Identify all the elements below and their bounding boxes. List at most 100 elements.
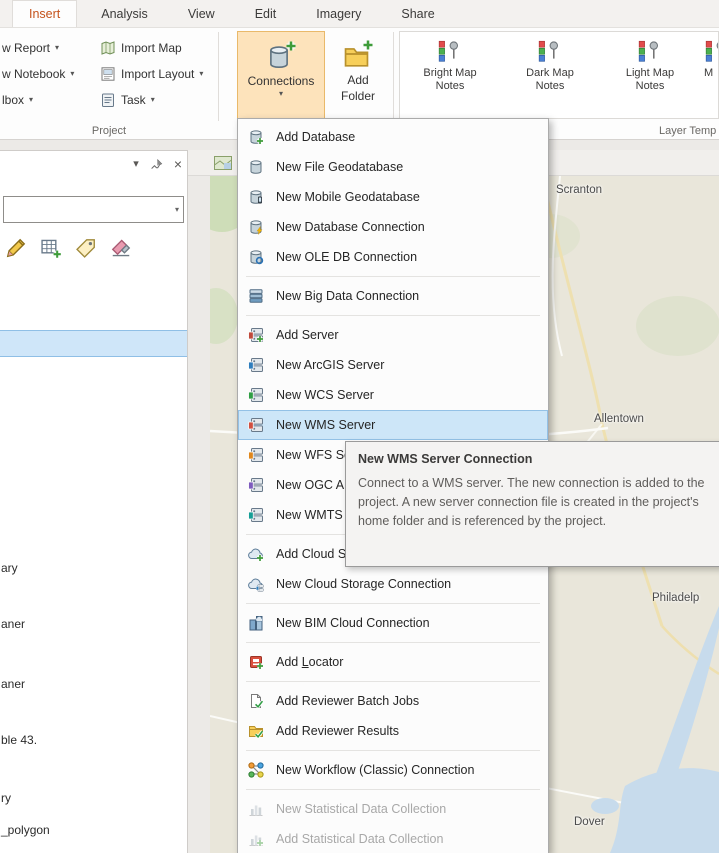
gallery-item-dark-map-notes[interactable]: Dark Map Notes (500, 32, 600, 118)
task-label: Task (121, 93, 146, 107)
menu-separator (246, 750, 540, 751)
map-label-dover: Dover (574, 816, 605, 828)
menu-item-new-arcgis-server[interactable]: New ArcGIS Server (238, 350, 548, 380)
wfs-server-icon (248, 448, 263, 462)
menu-separator (246, 315, 540, 316)
chevron-down-icon: ▾ (70, 69, 75, 78)
menu-item-new-bim-cloud-connection[interactable]: New BIM Cloud Connection (238, 608, 548, 638)
tab-view[interactable]: View (172, 0, 231, 27)
new-report-label: w Report (2, 41, 51, 55)
menu-item-label: Add Reviewer Results (276, 724, 399, 738)
menu-item-label: New Cloud Storage Connection (276, 577, 452, 591)
arcgis-pro-window: Insert Analysis View Edit Imagery Share … (0, 0, 719, 853)
menu-item-label: Add Statistical Data Collection (276, 832, 444, 846)
eraser-icon[interactable] (110, 237, 132, 259)
search-options-chevron-icon[interactable]: ▾ (171, 205, 185, 214)
menu-item-add-reviewer-results[interactable]: Add Reviewer Results (238, 716, 548, 746)
add-folder-button[interactable]: Add Folder (329, 31, 387, 119)
menu-item-new-ole-db-connection[interactable]: New OLE DB Connection (238, 242, 548, 272)
tab-edit[interactable]: Edit (239, 0, 293, 27)
menu-item-new-big-data-connection[interactable]: New Big Data Connection (238, 281, 548, 311)
tooltip-title: New WMS Server Connection (358, 452, 533, 466)
import-layout-button[interactable]: Import Layout ▾ (100, 64, 203, 84)
menu-item-add-locator[interactable]: Add Locator (238, 647, 548, 677)
new-table-icon[interactable] (40, 237, 62, 259)
toc-item-fragment[interactable]: aner (1, 677, 25, 691)
wmts-server-icon (248, 508, 263, 522)
server-add-icon (248, 328, 264, 343)
group-separator (393, 32, 394, 121)
new-notebook-button[interactable]: w Notebook ▾ (2, 64, 74, 84)
locator-add-icon (250, 656, 264, 670)
big-data-connection-icon (249, 289, 263, 303)
menu-item-new-wcs-server[interactable]: New WCS Server (238, 380, 548, 410)
new-notebook-label: w Notebook (2, 67, 66, 81)
connections-database-icon (270, 40, 298, 69)
menu-item-label: New WMS Server (276, 418, 376, 432)
gallery-item-light-map-notes[interactable]: Light Map Notes (600, 32, 700, 118)
group-separator (218, 32, 219, 121)
toc-item-fragment[interactable]: ble 43. (1, 733, 37, 747)
add-folder-label-line2: Folder (340, 89, 375, 103)
menu-item-add-reviewer-batch-jobs[interactable]: Add Reviewer Batch Jobs (238, 686, 548, 716)
menu-item-new-mobile-geodatabase[interactable]: New Mobile Geodatabase (238, 182, 548, 212)
toolbox-button[interactable]: lbox ▾ (2, 90, 33, 110)
selected-list-item[interactable] (0, 330, 187, 357)
menu-item-label: New File Geodatabase (276, 160, 404, 174)
gallery-item-label: M (704, 67, 714, 79)
menu-item-new-file-geodatabase[interactable]: New File Geodatabase (238, 152, 548, 182)
bim-cloud-icon (249, 616, 263, 631)
gallery-item-bright-map-notes[interactable]: Bright Map Notes (400, 32, 500, 118)
pane-close-icon[interactable]: × (174, 157, 182, 171)
menu-item-label: New Big Data Connection (276, 289, 420, 303)
toolbox-label: lbox (2, 93, 25, 107)
pane-toolbar (5, 237, 132, 259)
import-map-button[interactable]: Import Map (100, 38, 182, 58)
pane-menu-chevron-icon[interactable]: ▾ (133, 158, 139, 170)
map-view-tab-icon[interactable] (214, 156, 232, 170)
menu-item-new-wms-server[interactable]: New WMS Server (238, 410, 548, 440)
gallery-item-label: Light Map Notes (625, 67, 675, 93)
map-label-allentown: Allentown (594, 413, 644, 425)
menu-item-label: Add Locator (276, 655, 344, 669)
map-label-scranton: Scranton (556, 184, 603, 196)
menu-item-new-workflow-classic-connection[interactable]: New Workflow (Classic) Connection (238, 755, 548, 785)
edit-pencil-icon[interactable] (5, 237, 27, 259)
group-label-project: Project (91, 125, 127, 137)
menu-item-label: Add Server (276, 328, 339, 342)
menu-item-label: New ArcGIS Server (276, 358, 385, 372)
menu-item-label: New OLE DB Connection (276, 250, 418, 264)
search-input[interactable] (4, 197, 171, 222)
menu-separator (246, 603, 540, 604)
menu-item-add-database[interactable]: Add Database (238, 122, 548, 152)
connections-button[interactable]: Connections ▾ (237, 31, 325, 119)
database-add-icon (250, 130, 264, 145)
tab-share[interactable]: Share (385, 0, 450, 27)
task-button[interactable]: Task ▾ (100, 90, 155, 110)
menu-item-label: New WCS Server (276, 388, 374, 402)
menu-item-add-server[interactable]: Add Server (238, 320, 548, 350)
catalog-pane: ▾ × ▾ ary aner aner ble 43. ry _polygon (0, 150, 188, 853)
menu-item-label: New Database Connection (276, 220, 425, 234)
import-map-icon (100, 40, 116, 56)
new-report-button[interactable]: w Report ▾ (2, 38, 59, 58)
statistical-data-add-icon (249, 835, 264, 847)
chevron-down-icon: ▾ (199, 69, 204, 78)
toc-item-fragment[interactable]: ary (1, 561, 18, 575)
menu-item-label: New Statistical Data Collection (276, 802, 447, 816)
toc-item-fragment[interactable]: ry (1, 791, 11, 805)
tab-insert[interactable]: Insert (12, 0, 78, 27)
ole-db-connection-icon (250, 250, 264, 265)
menu-item-add-statistical-data-collection: Add Statistical Data Collection (238, 824, 548, 853)
pane-pin-icon[interactable] (150, 158, 163, 171)
mobile-geodatabase-icon (250, 190, 263, 204)
menu-item-label: Add Reviewer Batch Jobs (276, 694, 420, 708)
toc-item-fragment[interactable]: aner (1, 617, 25, 631)
menu-item-new-database-connection[interactable]: New Database Connection (238, 212, 548, 242)
tab-imagery[interactable]: Imagery (300, 0, 377, 27)
label-tag-icon[interactable] (75, 237, 97, 259)
toc-item-fragment[interactable]: _polygon (1, 823, 50, 837)
menu-item-new-cloud-storage-connection[interactable]: New Cloud Storage Connection (238, 569, 548, 599)
gallery-item-partial[interactable]: M (700, 32, 719, 118)
tab-analysis[interactable]: Analysis (85, 0, 164, 27)
